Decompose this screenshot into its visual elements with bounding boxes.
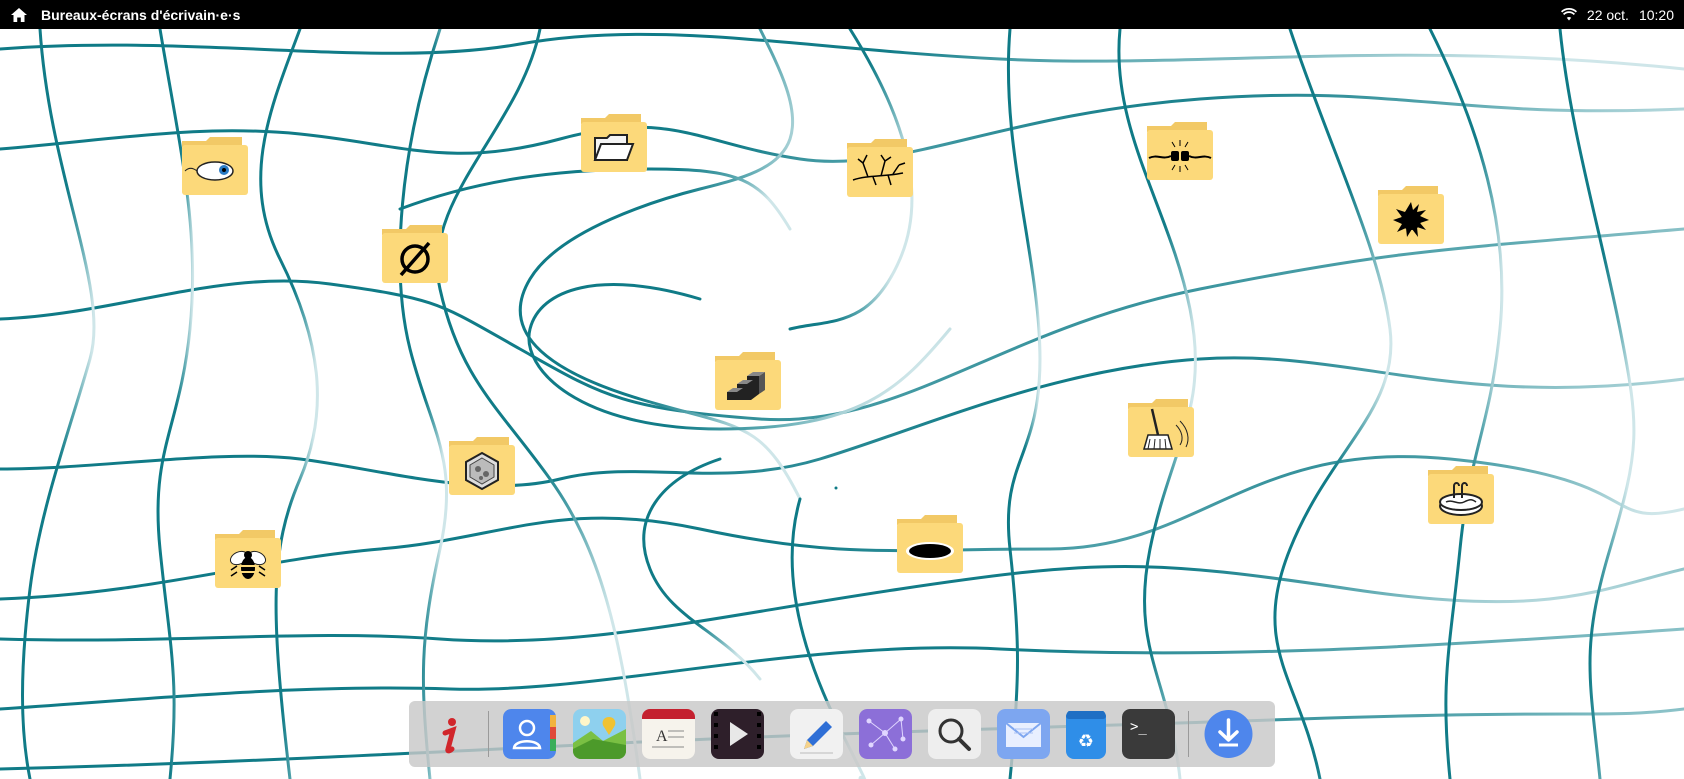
dock-dictionary[interactable]: A bbox=[642, 709, 695, 759]
dock-contacts[interactable] bbox=[503, 709, 556, 759]
recycle-bin-icon: ♻ bbox=[1066, 711, 1106, 759]
open-folder-icon bbox=[593, 134, 635, 161]
folder-hexagon[interactable] bbox=[445, 433, 519, 497]
dock-separator bbox=[488, 711, 489, 757]
folder-stairs[interactable] bbox=[711, 348, 785, 412]
folder-broom[interactable] bbox=[1124, 395, 1198, 459]
bee-icon bbox=[229, 550, 267, 579]
dock: A ♻ >_ bbox=[409, 701, 1275, 767]
clock-date[interactable]: 22 oct. bbox=[1587, 7, 1629, 23]
dock-downloads[interactable] bbox=[1202, 709, 1255, 759]
network-graph-icon bbox=[859, 709, 912, 759]
folder-hole[interactable] bbox=[893, 511, 967, 575]
dock-recycle[interactable]: ♻ bbox=[1066, 709, 1106, 759]
folder-open-folder[interactable] bbox=[577, 110, 651, 174]
svg-text:A: A bbox=[656, 728, 668, 745]
dock-separator bbox=[1188, 711, 1189, 757]
video-player-icon bbox=[711, 709, 764, 759]
dictionary-icon: A bbox=[642, 709, 695, 759]
download-icon bbox=[1204, 710, 1253, 758]
wifi-icon[interactable] bbox=[1560, 8, 1577, 21]
svg-text:>_: >_ bbox=[1130, 719, 1147, 735]
terminal-icon: >_ bbox=[1122, 709, 1175, 759]
dock-mail[interactable] bbox=[997, 709, 1050, 759]
dock-terminal[interactable]: >_ bbox=[1122, 709, 1175, 759]
dock-text-editor[interactable] bbox=[790, 709, 843, 759]
hole-icon bbox=[906, 542, 954, 560]
home-icon bbox=[11, 7, 27, 22]
folder-pool[interactable] bbox=[1424, 462, 1498, 526]
dock-info[interactable] bbox=[421, 709, 474, 759]
clock-time[interactable]: 10:20 bbox=[1639, 7, 1674, 23]
folder-eye[interactable] bbox=[178, 133, 252, 197]
magnifier-icon bbox=[928, 709, 981, 759]
dock-search[interactable] bbox=[928, 709, 981, 759]
dock-maps[interactable] bbox=[573, 709, 626, 759]
folder-bee[interactable] bbox=[211, 526, 285, 590]
folder-splat[interactable] bbox=[1374, 182, 1448, 246]
maps-icon bbox=[573, 709, 626, 759]
info-icon bbox=[442, 718, 457, 754]
dock-network[interactable] bbox=[859, 709, 912, 759]
top-bar: Bureaux-écrans d'écrivain·e·s 22 oct. 10… bbox=[0, 0, 1684, 29]
dock-video[interactable] bbox=[711, 709, 764, 759]
folder-empty-set[interactable] bbox=[378, 221, 452, 285]
mail-icon bbox=[997, 709, 1050, 759]
contacts-icon bbox=[503, 709, 556, 759]
folder-plug[interactable] bbox=[1143, 118, 1217, 182]
folder-branches[interactable] bbox=[843, 135, 917, 199]
pen-editor-icon bbox=[790, 709, 843, 759]
desktop-wallpaper bbox=[0, 29, 1684, 779]
hexagon-icon bbox=[465, 451, 499, 491]
workspace-title: Bureaux-écrans d'écrivain·e·s bbox=[41, 6, 241, 23]
home-button[interactable] bbox=[9, 5, 29, 25]
svg-text:♻: ♻ bbox=[1078, 731, 1094, 752]
status-area: 22 oct. 10:20 bbox=[1560, 7, 1674, 23]
